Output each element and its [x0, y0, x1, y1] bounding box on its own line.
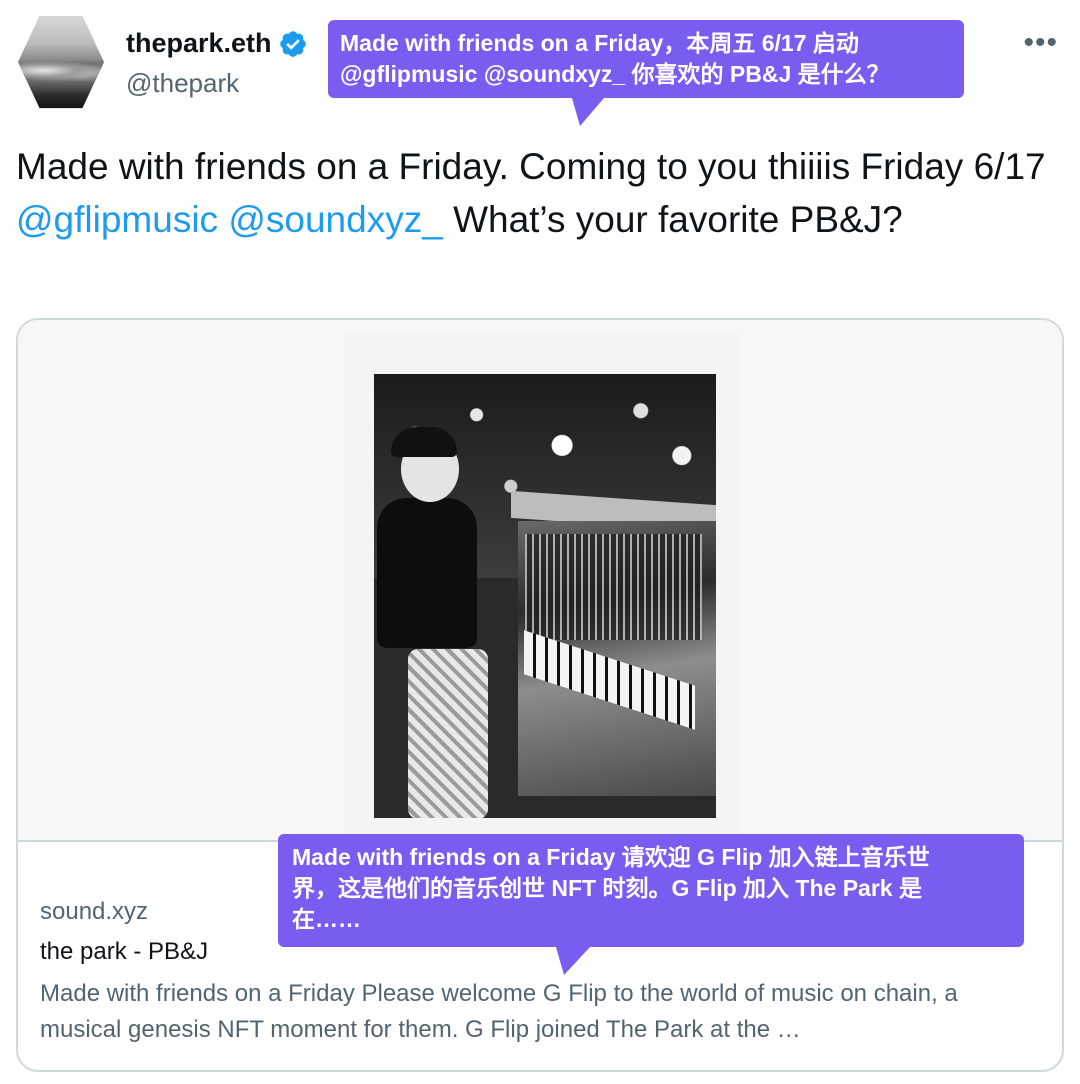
polaroid-photo: [344, 332, 740, 840]
translation-bubble-tweet: Made with friends on a Friday，本周五 6/17 启…: [328, 20, 964, 126]
card-title: the park - PB&J: [40, 938, 209, 965]
translation-line: @gflipmusic @soundxyz_ 你喜欢的 PB&J 是什么？: [340, 61, 890, 87]
tweet-text-part2: What’s your favorite PB&J?: [442, 199, 903, 240]
card-domain: sound.xyz: [40, 898, 149, 925]
translation-line: Made with friends on a Friday 请欢迎 G Flip…: [292, 844, 930, 870]
avatar[interactable]: [18, 15, 104, 109]
tweet-text-part1: Made with friends on a Friday. Coming to…: [16, 146, 1046, 187]
translation-line: Made with friends on a Friday，本周五 6/17 启…: [340, 30, 859, 56]
author-name-row[interactable]: thepark.eth: [126, 28, 308, 59]
translation-line: 在……: [292, 906, 361, 932]
author-display-name[interactable]: thepark.eth: [126, 28, 272, 59]
card-description: Made with friends on a Friday Please wel…: [40, 980, 958, 1043]
mention-link-soundxyz[interactable]: @soundxyz_: [228, 199, 442, 240]
card-image: [374, 374, 716, 818]
link-preview-card[interactable]: sound.xyz the park - PB&J Made with frie…: [16, 318, 1064, 1072]
mention-link-gflipmusic[interactable]: @gflipmusic: [16, 199, 218, 240]
tweet-text: Made with friends on a Friday. Coming to…: [16, 140, 1056, 246]
translation-bubble-card: Made with friends on a Friday 请欢迎 G Flip…: [278, 834, 1024, 975]
author-handle[interactable]: @thepark: [126, 68, 239, 99]
card-media[interactable]: [18, 320, 1062, 842]
translation-line: 界，这是他们的音乐创世 NFT 时刻。G Flip 加入 The Park 是: [292, 875, 922, 901]
more-options-icon[interactable]: •••: [1023, 28, 1058, 58]
verified-badge-icon: [279, 30, 306, 57]
